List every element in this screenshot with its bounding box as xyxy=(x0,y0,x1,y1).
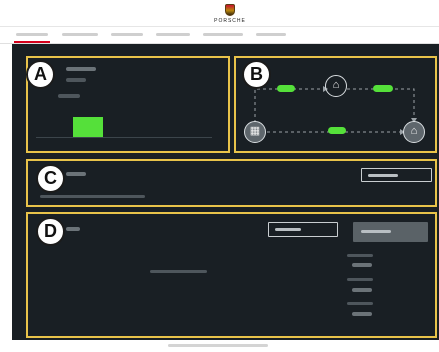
panel-a-value xyxy=(58,94,80,98)
status-button[interactable] xyxy=(361,168,432,182)
flow-value-pv-house xyxy=(328,127,346,134)
tab-5[interactable] xyxy=(203,33,243,36)
panel-c-description xyxy=(40,195,145,198)
details-filled-button[interactable] xyxy=(353,222,428,242)
details-list-item xyxy=(352,312,372,316)
annotation-b: B xyxy=(242,60,271,89)
top-header: PORSCHE xyxy=(0,0,439,27)
panel-d-empty-message xyxy=(150,270,207,273)
details-list-item xyxy=(347,254,373,257)
tab-bar xyxy=(0,27,439,44)
solar-panel-icon[interactable]: ▦ xyxy=(244,121,266,143)
annotation-a: A xyxy=(26,60,55,89)
details-filled-label xyxy=(361,230,391,233)
details-action-button[interactable] xyxy=(268,222,338,237)
annotation-d: D xyxy=(36,217,65,246)
panel-a-subtitle xyxy=(66,78,86,82)
brand-name: PORSCHE xyxy=(214,18,246,24)
active-tab-indicator xyxy=(14,41,50,43)
porsche-crest-icon[interactable] xyxy=(225,4,235,16)
footer-text xyxy=(168,344,268,347)
panel-d-title xyxy=(66,227,80,231)
details-list-item xyxy=(347,302,373,305)
flow-value-grid-house xyxy=(373,85,393,92)
panel-a-title xyxy=(66,67,96,71)
flow-line-pv-grid xyxy=(254,88,323,129)
power-pylon-icon[interactable]: ⌂ xyxy=(325,75,347,97)
tab-2[interactable] xyxy=(62,33,98,36)
details-action-label xyxy=(275,228,301,231)
annotation-c: C xyxy=(36,164,65,193)
flow-value-pv-grid xyxy=(277,85,295,92)
energy-bar xyxy=(73,117,103,138)
details-list-item xyxy=(352,288,372,292)
tab-overview[interactable] xyxy=(16,33,48,36)
chart-axis xyxy=(36,137,212,138)
panel-status xyxy=(26,159,437,207)
details-list-item xyxy=(347,278,373,281)
details-list-item xyxy=(352,263,372,267)
panel-c-title xyxy=(66,172,86,176)
flow-line-grid-house xyxy=(347,88,415,118)
panel-energy-overview xyxy=(26,56,230,153)
status-button-label xyxy=(368,174,398,177)
tab-4[interactable] xyxy=(156,33,190,36)
tab-3[interactable] xyxy=(111,33,143,36)
tab-6[interactable] xyxy=(256,33,286,36)
house-icon[interactable]: ⌂ xyxy=(403,121,425,143)
